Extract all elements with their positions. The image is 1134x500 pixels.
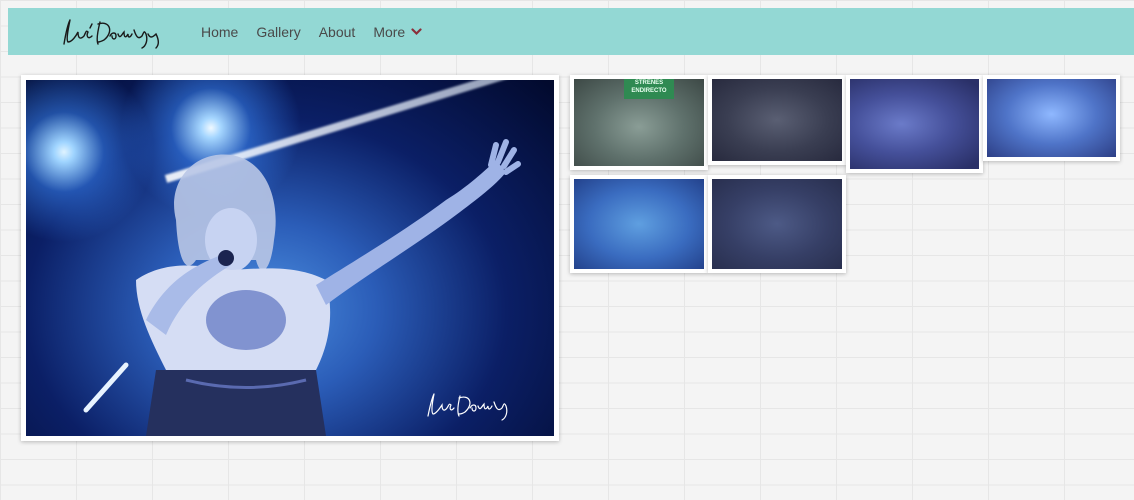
thumbnail-photo: STRENES ENDIRECTO bbox=[574, 79, 704, 166]
nav-more-dropdown[interactable]: More bbox=[373, 24, 422, 40]
main-menu: Home Gallery About More bbox=[201, 8, 422, 55]
thumbnail-photo bbox=[712, 79, 842, 161]
gallery-thumbnail-5[interactable] bbox=[570, 175, 708, 273]
photo-watermark-signature bbox=[427, 393, 508, 421]
gallery-thumbnail-4[interactable] bbox=[983, 75, 1120, 161]
featured-photo-frame[interactable] bbox=[21, 75, 559, 441]
logo-signature[interactable] bbox=[56, 14, 166, 50]
thumbnail-photo bbox=[574, 179, 704, 269]
gallery-thumbnail-6[interactable] bbox=[708, 175, 846, 273]
featured-photo[interactable] bbox=[26, 80, 554, 436]
nav-more-label: More bbox=[373, 23, 406, 40]
nav-home-link[interactable]: Home bbox=[201, 24, 238, 40]
nav-about-link[interactable]: About bbox=[319, 24, 356, 40]
gallery-thumbnail-3[interactable] bbox=[846, 75, 983, 173]
thumbnail-photo bbox=[712, 179, 842, 269]
thumbnail-sign-text: STRENES ENDIRECTO bbox=[624, 79, 674, 99]
thumbnail-photo bbox=[850, 79, 979, 169]
singer-silhouette bbox=[83, 139, 521, 436]
gallery-thumbnail-2[interactable] bbox=[708, 75, 846, 165]
chevron-down-icon bbox=[411, 27, 422, 35]
gallery-thumbnail-1[interactable]: STRENES ENDIRECTO bbox=[570, 75, 708, 170]
top-navbar: Home Gallery About More bbox=[8, 8, 1134, 55]
nav-gallery-link[interactable]: Gallery bbox=[256, 24, 300, 40]
thumbnail-photo bbox=[987, 79, 1116, 157]
